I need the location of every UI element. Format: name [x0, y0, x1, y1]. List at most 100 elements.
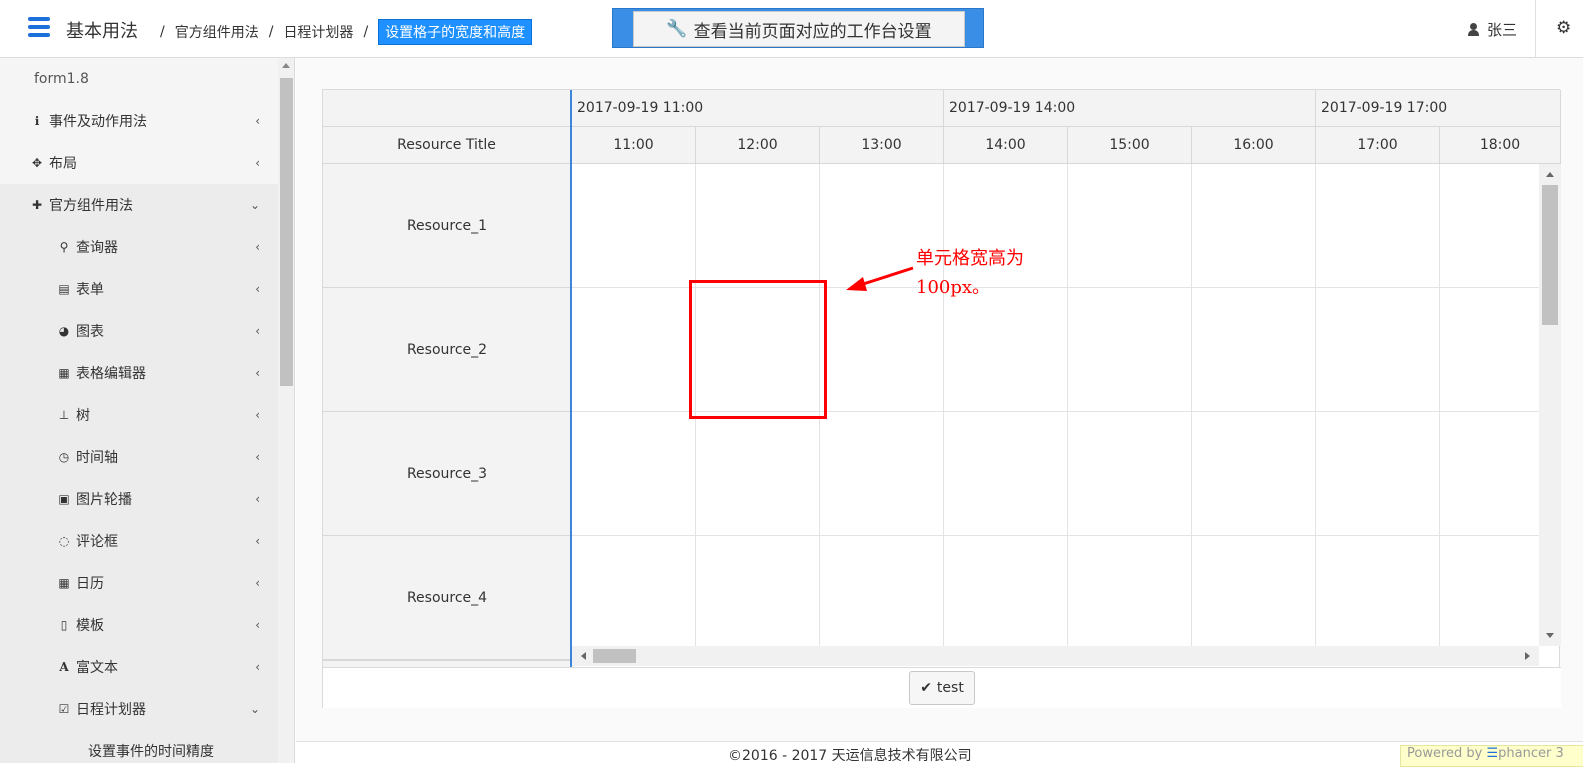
horizontal-scroll-thumb[interactable]	[593, 649, 636, 663]
sidebar-item-official-components[interactable]: ✚ 官方组件用法 ⌄	[0, 184, 278, 226]
workbench-frame: 🔧 查看当前页面对应的工作台设置	[612, 8, 984, 48]
scroll-down-arrow-icon[interactable]	[1546, 633, 1554, 638]
scheduler-panel: Resource Title 2017-09-19 11:00 2017-09-…	[322, 89, 1561, 708]
resource-cell: Resource_2	[323, 288, 570, 412]
grid-hline	[572, 535, 1539, 536]
sidebar-scrollbar[interactable]	[278, 58, 295, 763]
annotation-line-1: 单元格宽高为	[916, 248, 1024, 269]
sidebar-item-template[interactable]: ▯ 模板 ‹	[0, 604, 278, 646]
app-title: 基本用法	[66, 21, 138, 42]
sidebar-item-comment[interactable]: ◌ 评论框 ‹	[0, 520, 278, 562]
sidebar-item-form[interactable]: ▤ 表单 ‹	[0, 268, 278, 310]
chevron-left-icon: ‹	[255, 576, 260, 590]
info-circle-icon: ℹ	[34, 114, 40, 128]
breadcrumb-item-components[interactable]: 官方组件用法	[175, 22, 259, 42]
settings-gears-icon[interactable]: ⚙	[1556, 18, 1571, 38]
file-code-icon: ▯	[60, 618, 68, 632]
image-icon: ▣	[58, 492, 70, 506]
hour-header: 11:00	[572, 127, 696, 164]
sidebar-item-label: 设置事件的时间精度	[88, 744, 214, 760]
top-header: 基本用法 / 官方组件用法 / 日程计划器 / 设置格子的宽度和高度 🔧 查看当…	[0, 0, 1583, 58]
comment-icon: ◌	[58, 534, 70, 548]
sidebar-item-scheduler[interactable]: ☑ 日程计划器 ⌄	[0, 688, 278, 730]
user-name: 张三	[1487, 21, 1518, 39]
sidebar-item-query[interactable]: ⚲ 查询器 ‹	[0, 226, 278, 268]
sidebar-item-rich-text[interactable]: A 富文本 ‹	[0, 646, 278, 688]
sidebar-item-carousel[interactable]: ▣ 图片轮播 ‹	[0, 478, 278, 520]
chevron-left-icon: ‹	[255, 240, 260, 254]
chevron-left-icon: ‹	[255, 156, 260, 170]
workbench-settings-label: 查看当前页面对应的工作台设置	[693, 21, 932, 42]
sidebar-item-chart[interactable]: ◕ 图表 ‹	[0, 310, 278, 352]
chevron-down-icon: ⌄	[249, 198, 260, 212]
hour-header: 14:00	[944, 127, 1068, 164]
user-icon	[1468, 23, 1479, 36]
sidebar-item-label: 评论框	[76, 534, 118, 550]
sidebar-item-label: 树	[76, 408, 90, 424]
sidebar-item-table-editor[interactable]: ▦ 表格编辑器 ‹	[0, 352, 278, 394]
annotation-text: 单元格宽高为 100px。	[916, 244, 1024, 302]
sidebar-brand: form1.8	[34, 71, 89, 87]
timeline-marker	[570, 90, 572, 667]
workbench-settings-button[interactable]: 🔧 查看当前页面对应的工作台设置	[633, 11, 965, 47]
chevron-left-icon: ‹	[255, 282, 260, 296]
search-icon: ⚲	[59, 240, 69, 254]
day-header: 2017-09-19 11:00	[572, 90, 944, 127]
scroll-up-arrow-icon[interactable]	[282, 63, 290, 68]
chevron-left-icon: ‹	[255, 534, 260, 548]
calendar-check-icon: ☑	[58, 702, 70, 716]
copyright-text: ©2016 - 2017 天运信息技术有限公司	[728, 748, 972, 764]
grid-vline	[1067, 164, 1068, 646]
resource-cell: Resource_4	[323, 536, 570, 660]
move-icon: ✥	[31, 156, 43, 170]
sitemap-icon: ⊥	[58, 408, 70, 422]
test-button[interactable]: ✔ test	[909, 671, 975, 705]
sidebar-item-tree[interactable]: ⊥ 树 ‹	[0, 394, 278, 436]
pie-chart-icon: ◕	[58, 324, 70, 338]
scroll-right-arrow-icon[interactable]	[1525, 652, 1530, 660]
sidebar-scroll-thumb[interactable]	[280, 78, 293, 386]
sidebar-item-label: 表格编辑器	[76, 366, 146, 382]
header-divider	[1535, 0, 1536, 58]
sidebar-item-timeline[interactable]: ◷ 时间轴 ‹	[0, 436, 278, 478]
sidebar-item-label: 富文本	[76, 660, 118, 676]
annotation-line-2: 100px。	[916, 277, 991, 298]
chevron-left-icon: ‹	[255, 492, 260, 506]
breadcrumb: / 官方组件用法 / 日程计划器 / 设置格子的宽度和高度	[150, 19, 533, 45]
chevron-left-icon: ‹	[255, 660, 260, 674]
hour-header: 18:00	[1440, 127, 1561, 164]
font-icon: A	[59, 660, 69, 674]
wrench-icon: 🔧	[666, 19, 688, 39]
user-menu[interactable]: 张三	[1468, 19, 1517, 40]
grid-vertical-scrollbar[interactable]	[1539, 164, 1561, 646]
main-content: Resource Title 2017-09-19 11:00 2017-09-…	[296, 58, 1583, 767]
sidebar-item-calendar[interactable]: ▦ 日历 ‹	[0, 562, 278, 604]
breadcrumb-item-scheduler[interactable]: 日程计划器	[283, 22, 353, 42]
form-icon: ▤	[58, 282, 70, 296]
grid-horizontal-scrollbar[interactable]	[572, 646, 1539, 666]
sidebar-nav: ℹ 事件及动作用法 ‹ ✥ 布局 ‹ ✚ 官方组件用法 ⌄ ⚲ 查询器 ‹ ▤ …	[0, 100, 278, 763]
resource-cell: Resource_3	[323, 412, 570, 536]
sidebar-item-layout[interactable]: ✥ 布局 ‹	[0, 142, 278, 184]
menu-toggle-icon[interactable]	[28, 17, 50, 37]
grid-vline	[1191, 164, 1192, 646]
vertical-scroll-thumb[interactable]	[1542, 185, 1558, 325]
puzzle-icon: ✚	[31, 198, 43, 212]
brand-bars-icon: ☰	[1486, 746, 1499, 761]
sidebar-item-label: 日程计划器	[76, 702, 146, 718]
scroll-left-arrow-icon[interactable]	[581, 652, 586, 660]
sidebar-item-event-time-precision[interactable]: 设置事件的时间精度	[0, 730, 278, 763]
breadcrumb-separator: /	[268, 24, 274, 40]
chevron-left-icon: ‹	[255, 618, 260, 632]
scroll-up-arrow-icon[interactable]	[1546, 172, 1554, 177]
sidebar-item-label: 图表	[76, 324, 104, 340]
day-header: 2017-09-19 17:00	[1316, 90, 1561, 127]
resource-column-footer	[323, 660, 571, 667]
table-icon: ▦	[58, 366, 70, 380]
clock-icon: ◷	[58, 450, 70, 464]
hour-header: 16:00	[1192, 127, 1316, 164]
sidebar-item-events-actions[interactable]: ℹ 事件及动作用法 ‹	[0, 100, 278, 142]
test-button-label: test	[936, 680, 964, 696]
day-header: 2017-09-19 14:00	[944, 90, 1316, 127]
powered-by-badge[interactable]: Powered by ☰phancer 3	[1400, 745, 1583, 767]
